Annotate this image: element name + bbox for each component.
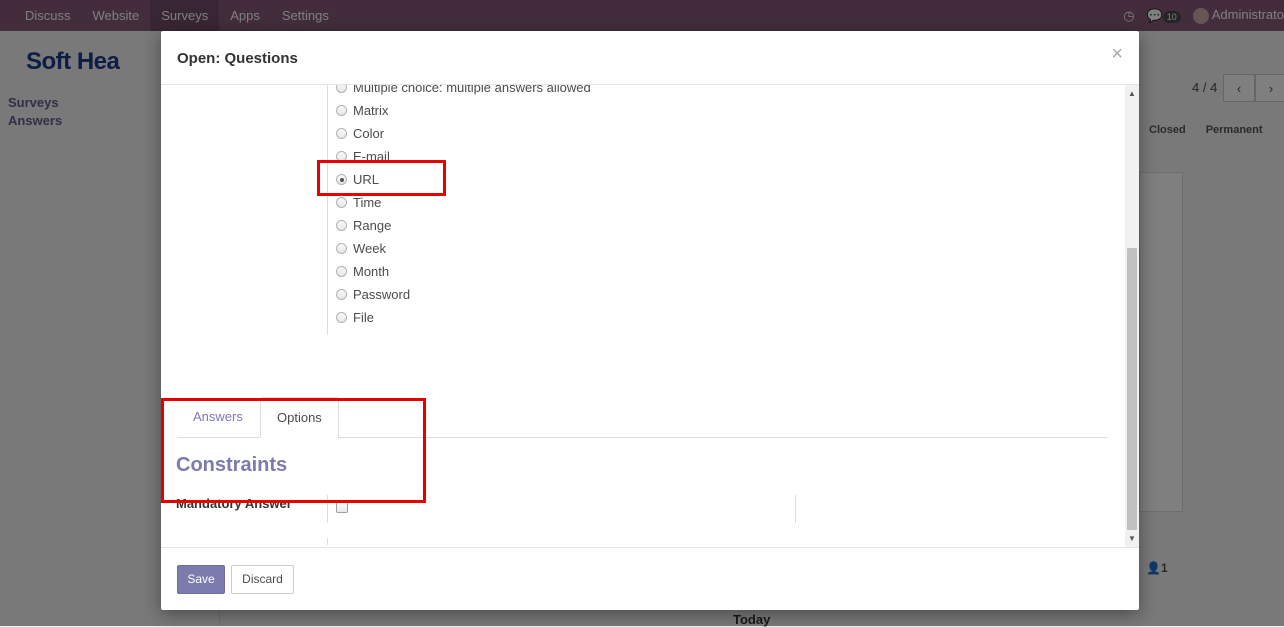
- question-type-label: E-mail: [353, 149, 390, 164]
- questions-dialog: Open: Questions × Multiple choice: multi…: [161, 31, 1139, 610]
- question-type-label: Multiple choice: multiple answers allowe…: [353, 85, 591, 95]
- tab-options[interactable]: Options: [260, 397, 339, 438]
- question-type-radio-group: Multiple choice: multiple answers allowe…: [336, 85, 591, 329]
- question-type-option[interactable]: Color: [336, 122, 591, 145]
- radio-button[interactable]: [336, 289, 347, 300]
- tab-answers[interactable]: Answers: [177, 397, 259, 436]
- question-type-option[interactable]: Week: [336, 237, 591, 260]
- modal-header: Open: Questions ×: [161, 31, 1139, 85]
- question-type-label: File: [353, 310, 374, 325]
- modal-scrollbar[interactable]: ▲ ▼: [1125, 85, 1139, 547]
- scroll-up-arrow-icon[interactable]: ▲: [1125, 85, 1139, 102]
- column-separator: [795, 495, 796, 523]
- radio-button[interactable]: [336, 266, 347, 277]
- question-tabs: Answers Options: [177, 397, 1108, 438]
- question-type-option[interactable]: E-mail: [336, 145, 591, 168]
- question-type-option[interactable]: Multiple choice: multiple answers allowe…: [336, 85, 591, 99]
- question-type-option[interactable]: Matrix: [336, 99, 591, 122]
- field-separator: [327, 538, 328, 545]
- question-type-label: Matrix: [353, 103, 389, 118]
- radio-button-selected[interactable]: [336, 174, 347, 185]
- radio-button[interactable]: [336, 243, 347, 254]
- mandatory-answer-checkbox[interactable]: [336, 501, 348, 513]
- question-type-label: Range: [353, 218, 392, 233]
- modal-body: Multiple choice: multiple answers allowe…: [161, 85, 1139, 547]
- question-type-option[interactable]: Password: [336, 283, 591, 306]
- close-icon[interactable]: ×: [1111, 44, 1123, 64]
- field-separator: [327, 85, 328, 335]
- question-type-option-url[interactable]: URL: [336, 168, 591, 191]
- question-type-label: Time: [353, 195, 382, 210]
- question-type-option[interactable]: File: [336, 306, 591, 329]
- question-type-label: Password: [353, 287, 411, 302]
- question-type-label: Month: [353, 264, 390, 279]
- constraints-heading: Constraints: [176, 454, 288, 476]
- discard-button[interactable]: Discard: [231, 565, 294, 594]
- radio-button[interactable]: [336, 312, 347, 323]
- question-type-option[interactable]: Month: [336, 260, 591, 283]
- field-separator: [327, 495, 328, 523]
- radio-button[interactable]: [336, 128, 347, 139]
- question-type-option[interactable]: Range: [336, 214, 591, 237]
- modal-footer: Save Discard: [161, 547, 1139, 611]
- radio-button[interactable]: [336, 151, 347, 162]
- question-type-label: Color: [353, 126, 385, 141]
- radio-button[interactable]: [336, 197, 347, 208]
- radio-button[interactable]: [336, 105, 347, 116]
- mandatory-answer-label: Mandatory Answer: [176, 496, 292, 511]
- scrollbar-thumb[interactable]: [1127, 248, 1137, 530]
- question-type-label: Week: [353, 241, 386, 256]
- radio-button[interactable]: [336, 85, 347, 93]
- radio-button[interactable]: [336, 220, 347, 231]
- save-button[interactable]: Save: [177, 565, 225, 594]
- question-type-option[interactable]: Time: [336, 191, 591, 214]
- modal-title: Open: Questions: [177, 50, 298, 67]
- scroll-down-arrow-icon[interactable]: ▼: [1125, 530, 1139, 547]
- question-type-label: URL: [353, 172, 380, 187]
